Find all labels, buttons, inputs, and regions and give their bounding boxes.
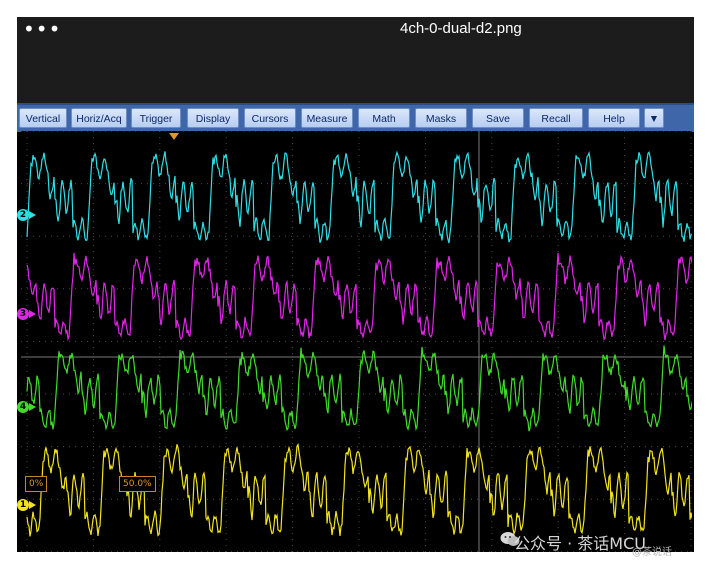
menu-help[interactable]: Help [588, 108, 640, 128]
channel-3-arrow-icon [29, 310, 36, 318]
menu-horiz-acq[interactable]: Horiz/Acq [71, 108, 127, 128]
channel-1-arrow-icon [29, 501, 36, 509]
channel-3-marker[interactable]: 3 [17, 308, 29, 320]
menu-math[interactable]: Math [358, 108, 410, 128]
trigger-level-tag[interactable]: 0% [25, 476, 48, 492]
trigger-position-icon[interactable] [169, 133, 179, 140]
channel-2-marker[interactable]: 2 [17, 209, 29, 221]
menu-vertical[interactable]: Vertical [19, 108, 67, 128]
title-bar: ••• 4ch-0-dual-d2.png [17, 17, 694, 103]
menu-measure[interactable]: Measure [301, 108, 353, 128]
image-viewer: ••• 4ch-0-dual-d2.png Vertical Horiz/Acq… [17, 17, 694, 553]
channel-3-trace [26, 252, 692, 342]
file-name: 4ch-0-dual-d2.png [400, 20, 522, 37]
menu-more-dropdown[interactable]: ▼ [644, 108, 664, 128]
cursor-percent-tag[interactable]: 50.0% [119, 476, 156, 492]
menu-save[interactable]: Save [472, 108, 524, 128]
channel-4-arrow-icon [29, 403, 36, 411]
menu-cursors[interactable]: Cursors [244, 108, 296, 128]
menu-recall[interactable]: Recall [529, 108, 583, 128]
scope-menu-bar: Vertical Horiz/Acq Trigger Display Curso… [17, 103, 694, 132]
channel-1-marker[interactable]: 1 [17, 499, 29, 511]
watermark-text: 公众号 · 茶话MCU [514, 534, 646, 553]
channel-4-marker[interactable]: 4 [17, 401, 29, 413]
channel-4-trace [26, 345, 692, 432]
channel-2-arrow-icon [29, 211, 36, 219]
footer-watermark: @茶说话 [632, 547, 672, 558]
menu-display[interactable]: Display [187, 108, 239, 128]
menu-masks[interactable]: Masks [415, 108, 467, 128]
menu-trigger[interactable]: Trigger [131, 108, 181, 128]
more-options-icon[interactable]: ••• [23, 19, 61, 39]
